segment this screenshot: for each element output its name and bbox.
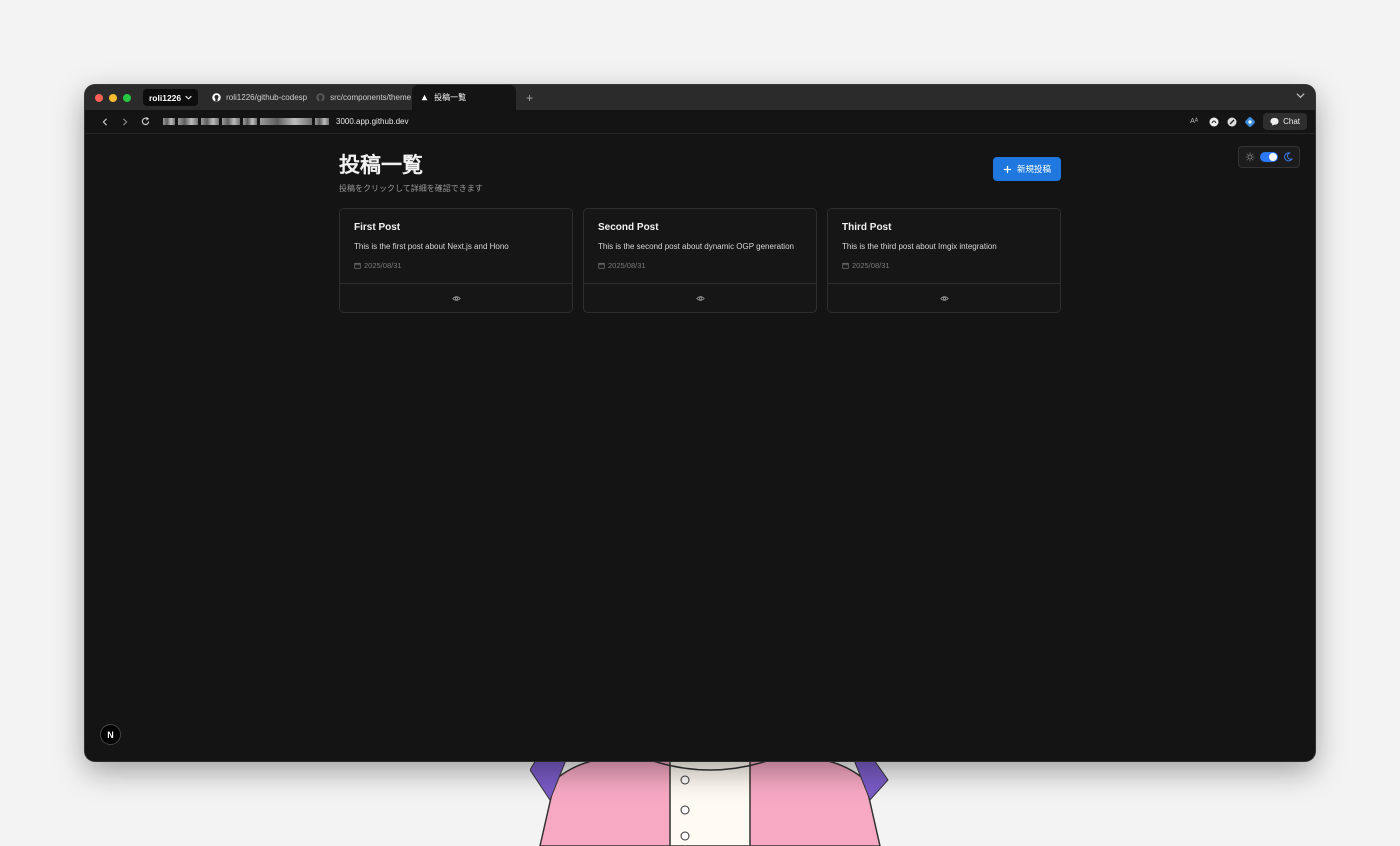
chevron-down-icon (185, 95, 192, 100)
close-window-button[interactable] (95, 93, 103, 102)
chat-bubble-icon (1270, 117, 1279, 126)
page-content: 投稿一覧 投稿をクリックして詳細を確認できます 新規投稿 First Post … (85, 134, 1315, 761)
eye-icon[interactable] (451, 294, 461, 303)
post-date-text: 2025/08/31 (364, 261, 402, 270)
tab-bar: roli1226 roli1226/github-codesp src/comp… (85, 85, 1315, 110)
url-field[interactable]: 3000.app.github.dev (163, 117, 409, 126)
eye-icon[interactable] (695, 294, 705, 303)
extension-icon[interactable] (1209, 117, 1219, 127)
post-card-footer (584, 283, 816, 312)
post-date: 2025/08/31 (598, 261, 802, 270)
minimize-window-button[interactable] (109, 93, 117, 102)
calendar-icon (598, 262, 605, 269)
sun-icon (1245, 152, 1255, 162)
redacted-url-part (178, 118, 198, 125)
redacted-url-part (315, 118, 329, 125)
chevron-down-icon[interactable] (1296, 91, 1305, 100)
moon-icon (1284, 152, 1293, 162)
profile-name: roli1226 (149, 92, 182, 103)
post-description: This is the first post about Next.js and… (354, 242, 509, 251)
tab-label: roli1226/github-codesp (226, 93, 308, 102)
redacted-url-part (260, 118, 312, 125)
post-title: Second Post (598, 222, 659, 233)
page-title: 投稿一覧 (339, 154, 423, 177)
post-card-footer (340, 283, 572, 312)
post-card[interactable]: First Post This is the first post about … (339, 208, 573, 313)
github-icon (316, 93, 325, 102)
redacted-url-part (222, 118, 240, 125)
reload-icon (141, 117, 149, 126)
post-title: First Post (354, 222, 401, 233)
post-card-body: Third Post This is the third post about … (828, 209, 1060, 283)
theme-switch[interactable] (1260, 152, 1278, 162)
calendar-icon (354, 262, 361, 269)
post-card-body: Second Post This is the second post abou… (584, 209, 816, 283)
post-description: This is the third post about Imgix integ… (842, 242, 997, 251)
extension-icon[interactable] (1245, 116, 1255, 127)
maximize-window-button[interactable] (123, 93, 131, 102)
post-card-body: First Post This is the first post about … (340, 209, 572, 283)
redacted-url-part (163, 118, 175, 125)
tab-github-codespaces[interactable]: roli1226/github-codesp (204, 85, 308, 110)
new-post-button[interactable]: 新規投稿 (992, 157, 1061, 181)
back-button[interactable] (95, 117, 115, 126)
post-title: Third Post (842, 222, 892, 233)
redacted-url-part (201, 118, 219, 125)
triangle-icon (420, 93, 429, 102)
tab-label: src/components/theme (330, 93, 412, 102)
chat-label: Chat (1283, 117, 1300, 126)
post-card[interactable]: Second Post This is the second post abou… (583, 208, 817, 313)
post-date: 2025/08/31 (354, 261, 558, 270)
post-card-footer (828, 283, 1060, 312)
eye-icon[interactable] (939, 294, 949, 303)
address-bar: 3000.app.github.dev Aᴬ Chat (85, 110, 1315, 134)
address-bar-actions: Aᴬ Chat (1187, 113, 1307, 130)
post-date-text: 2025/08/31 (608, 261, 646, 270)
tab-theme-component[interactable]: src/components/theme (308, 85, 412, 110)
post-date-text: 2025/08/31 (852, 261, 890, 270)
new-tab-button[interactable]: + (526, 91, 533, 105)
github-icon (212, 93, 221, 102)
page-subtitle: 投稿をクリックして詳細を確認できます (339, 184, 483, 193)
post-card[interactable]: Third Post This is the third post about … (827, 208, 1061, 313)
new-post-label: 新規投稿 (1016, 164, 1051, 174)
extension-icon[interactable] (1227, 117, 1237, 127)
tab-label: 投稿一覧 (434, 93, 467, 102)
calendar-icon (842, 262, 849, 269)
post-date: 2025/08/31 (842, 261, 1046, 270)
browser-window: roli1226 roli1226/github-codesp src/comp… (85, 85, 1315, 761)
window-controls (95, 93, 131, 102)
chevron-left-icon (102, 117, 107, 126)
post-card-list: First Post This is the first post about … (339, 208, 1061, 313)
theme-toggle[interactable] (1238, 146, 1300, 168)
tab-posts-list[interactable]: 投稿一覧 (412, 85, 517, 110)
redacted-url-part (243, 118, 257, 125)
posts-section: 投稿一覧 投稿をクリックして詳細を確認できます 新規投稿 First Post … (339, 149, 1061, 313)
chat-button[interactable]: Chat (1263, 113, 1307, 130)
profile-switcher[interactable]: roli1226 (143, 89, 199, 106)
nextjs-dev-indicator[interactable]: N (100, 724, 121, 745)
reader-mode-icon[interactable]: Aᴬ (1187, 117, 1201, 127)
forward-button[interactable] (115, 117, 135, 126)
chevron-right-icon (123, 117, 128, 126)
url-text: 3000.app.github.dev (336, 117, 409, 126)
reload-button[interactable] (135, 117, 155, 126)
plus-icon (1003, 165, 1012, 173)
post-description: This is the second post about dynamic OG… (598, 242, 794, 251)
